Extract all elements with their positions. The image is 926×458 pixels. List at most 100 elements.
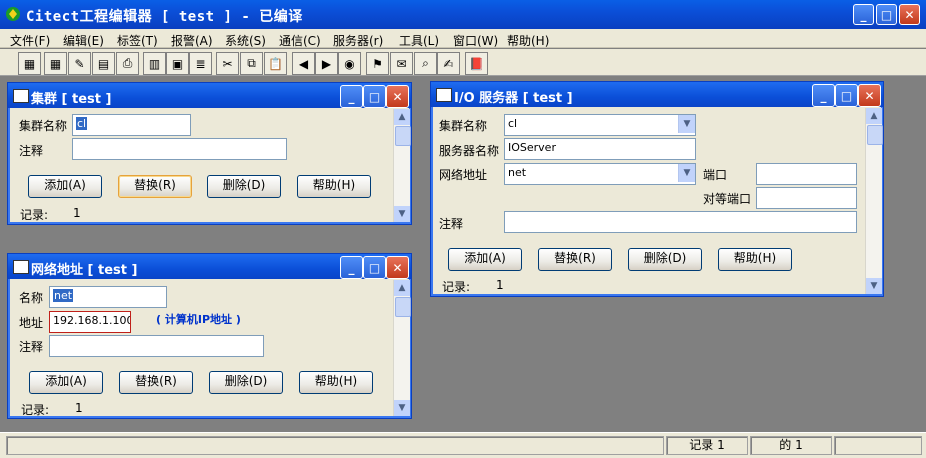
replace-button[interactable]: 替换(R) <box>118 175 192 198</box>
flag-icon[interactable]: ⚑ <box>366 52 389 75</box>
calculator-icon[interactable]: ▦ <box>18 52 41 75</box>
vertical-scrollbar[interactable]: ▲ ▼ <box>865 108 883 294</box>
maximize-button[interactable]: □ <box>835 84 858 107</box>
server-name-field[interactable]: IOServer <box>504 138 696 160</box>
chevron-down-icon[interactable]: ▼ <box>678 164 695 182</box>
eye-icon[interactable]: ◉ <box>338 52 361 75</box>
comment-field[interactable] <box>504 211 857 233</box>
scroll-up-icon[interactable]: ▲ <box>394 280 410 296</box>
menu-file[interactable]: 文件(F) <box>10 32 50 49</box>
cluster-name-select[interactable]: cl ▼ <box>504 114 696 136</box>
status-message-panel <box>6 436 664 455</box>
help-button[interactable]: 帮助(H) <box>299 371 373 394</box>
maximize-button[interactable]: □ <box>876 4 897 25</box>
delete-button[interactable]: 删除(D) <box>209 371 283 394</box>
close-button[interactable]: ✕ <box>858 84 881 107</box>
ip-address-field[interactable]: 192.168.1.100 <box>49 311 131 333</box>
name-label: 名称 <box>19 291 44 305</box>
vertical-scrollbar[interactable]: ▲ ▼ <box>393 109 411 222</box>
scroll-thumb[interactable] <box>867 125 883 145</box>
io-server-window: I/O 服务器 [ test ] _ □ ✕ 集群名称 cl ▼ 服务器名称 IO… <box>430 81 884 297</box>
cluster-window: 集群 [ test ] _ □ ✕ 集群名称 cl 注释 添加(A) 替换(R)… <box>7 82 412 225</box>
record-value: 1 <box>496 278 504 292</box>
arrow-left-icon[interactable]: ◀ <box>292 52 315 75</box>
add-button[interactable]: 添加(A) <box>29 371 103 394</box>
menu-help[interactable]: 帮助(H) <box>507 32 549 49</box>
status-record: 记录 1 <box>666 436 748 455</box>
close-button[interactable]: ✕ <box>386 256 409 279</box>
menu-edit[interactable]: 编辑(E) <box>63 32 104 49</box>
replace-button[interactable]: 替换(R) <box>538 248 612 271</box>
pencil-icon[interactable]: ✎ <box>68 52 91 75</box>
chevron-down-icon[interactable]: ▼ <box>678 115 695 133</box>
cut-icon[interactable]: ✂ <box>216 52 239 75</box>
scroll-down-icon[interactable]: ▼ <box>394 400 410 416</box>
comment-field[interactable] <box>72 138 287 160</box>
peer-port-field[interactable] <box>756 187 857 209</box>
pages-icon[interactable]: ▥ <box>143 52 166 75</box>
scroll-thumb[interactable] <box>395 126 411 146</box>
scroll-up-icon[interactable]: ▲ <box>866 108 882 124</box>
paste-icon[interactable]: 📋 <box>264 52 287 75</box>
cluster-window-title: 集群 [ test ] <box>31 92 112 107</box>
menu-tags[interactable]: 标签(T) <box>117 32 158 49</box>
vertical-scrollbar[interactable]: ▲ ▼ <box>393 280 411 416</box>
copy-icon[interactable]: ⧉ <box>240 52 263 75</box>
name-field[interactable]: net <box>49 286 167 308</box>
comment-label: 注释 <box>439 217 464 231</box>
save-grid-icon[interactable]: ▣ <box>166 52 189 75</box>
network-window-title: 网络地址 [ test ] <box>31 263 138 278</box>
record-label: 记录: <box>20 208 49 222</box>
minimize-button[interactable]: _ <box>340 85 363 108</box>
help-button[interactable]: 帮助(H) <box>297 175 371 198</box>
cluster-name-label: 集群名称 <box>439 119 488 133</box>
maximize-button[interactable]: □ <box>363 85 386 108</box>
peer-port-label: 对等端口 <box>703 192 752 206</box>
list-icon[interactable]: ≣ <box>189 52 212 75</box>
add-button[interactable]: 添加(A) <box>448 248 522 271</box>
comment-field[interactable] <box>49 335 264 357</box>
scroll-down-icon[interactable]: ▼ <box>394 206 410 222</box>
help-button[interactable]: 帮助(H) <box>718 248 792 271</box>
port-label: 端口 <box>703 168 728 182</box>
replace-button[interactable]: 替换(R) <box>119 371 193 394</box>
comment-label: 注释 <box>19 144 44 158</box>
document-icon[interactable]: ▤ <box>92 52 115 75</box>
cluster-name-label: 集群名称 <box>19 119 68 133</box>
status-extra-panel <box>834 436 922 455</box>
edit-doc-icon[interactable]: ✍ <box>437 52 460 75</box>
arrow-right-icon[interactable]: ▶ <box>315 52 338 75</box>
scroll-thumb[interactable] <box>395 297 411 317</box>
status-bar: 记录 1 的 1 <box>0 432 926 458</box>
message-icon[interactable]: ✉ <box>390 52 413 75</box>
minimize-button[interactable]: _ <box>812 84 835 107</box>
menu-system[interactable]: 系统(S) <box>225 32 266 49</box>
menu-alarms[interactable]: 报警(A) <box>171 32 213 49</box>
cluster-window-titlebar: 集群 [ test ] _ □ ✕ <box>8 83 411 108</box>
printer-icon[interactable]: ⎙ <box>116 52 139 75</box>
network-address-window: 网络地址 [ test ] _ □ ✕ 名称 net 地址 192.168.1.… <box>7 253 412 419</box>
network-address-select[interactable]: net ▼ <box>504 163 696 185</box>
close-button[interactable]: ✕ <box>386 85 409 108</box>
scroll-up-icon[interactable]: ▲ <box>394 109 410 125</box>
delete-button[interactable]: 删除(D) <box>628 248 702 271</box>
app-title: Citect工程编辑器 [ test ] - 已编译 <box>26 9 303 25</box>
menu-tools[interactable]: 工具(L) <box>399 32 439 49</box>
book-icon[interactable]: 📕 <box>465 52 488 75</box>
record-value: 1 <box>75 401 83 415</box>
menu-bar: 文件(F) 编辑(E) 标签(T) 报警(A) 系统(S) 通信(C) 服务器(… <box>0 29 926 48</box>
delete-button[interactable]: 删除(D) <box>207 175 281 198</box>
scroll-down-icon[interactable]: ▼ <box>866 278 882 294</box>
minimize-button[interactable]: _ <box>340 256 363 279</box>
minimize-button[interactable]: _ <box>853 4 874 25</box>
menu-window[interactable]: 窗口(W) <box>453 32 498 49</box>
calculator2-icon[interactable]: ▦ <box>44 52 67 75</box>
port-field[interactable] <box>756 163 857 185</box>
cluster-name-field[interactable]: cl <box>72 114 191 136</box>
menu-communication[interactable]: 通信(C) <box>279 32 321 49</box>
menu-servers[interactable]: 服务器(r) <box>333 32 383 49</box>
find-icon[interactable]: ⌕ <box>414 52 437 75</box>
close-button[interactable]: ✕ <box>899 4 920 25</box>
maximize-button[interactable]: □ <box>363 256 386 279</box>
add-button[interactable]: 添加(A) <box>28 175 102 198</box>
